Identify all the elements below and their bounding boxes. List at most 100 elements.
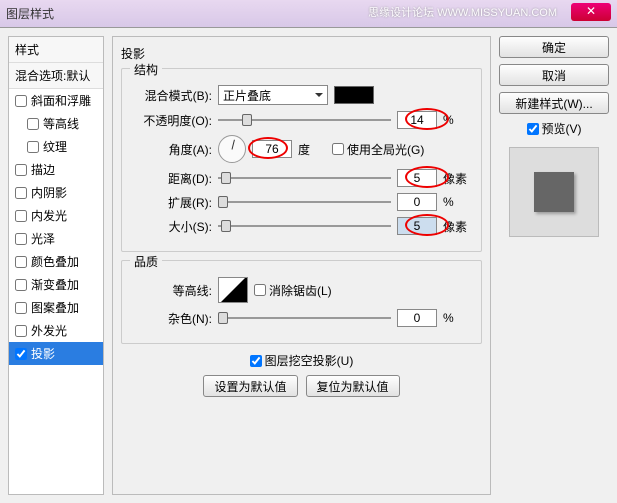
close-button[interactable]: ✕ — [571, 3, 611, 21]
shadow-color-swatch[interactable] — [334, 86, 374, 104]
new-style-button[interactable]: 新建样式(W)... — [499, 92, 609, 114]
cancel-button[interactable]: 取消 — [499, 64, 609, 86]
opacity-label: 不透明度(O): — [132, 112, 212, 129]
style-item-label: 纹理 — [43, 138, 67, 155]
preview-label: 预览(V) — [542, 120, 582, 137]
style-item-等高线[interactable]: 等高线 — [9, 112, 103, 135]
row-knockout: 图层挖空投影(U) — [121, 352, 482, 369]
style-item-checkbox[interactable] — [27, 141, 39, 153]
default-buttons: 设置为默认值 复位为默认值 — [121, 375, 482, 397]
knockout-label: 图层挖空投影(U) — [265, 352, 354, 369]
noise-unit: % — [443, 311, 471, 325]
styles-header: 样式 — [9, 37, 103, 63]
row-opacity: 不透明度(O): 14 % — [132, 111, 471, 129]
antialias-checkbox[interactable]: 消除锯齿(L) — [254, 282, 332, 299]
style-item-checkbox[interactable] — [15, 95, 27, 107]
style-item-描边[interactable]: 描边 — [9, 158, 103, 181]
angle-input[interactable]: 76 — [252, 140, 292, 158]
opacity-slider[interactable] — [218, 112, 391, 128]
settings-panel: 投影 结构 混合模式(B): 正片叠底 不透明度(O): 14 % 角度(A):… — [112, 36, 491, 495]
style-item-label: 渐变叠加 — [31, 276, 79, 293]
knockout-checkbox[interactable]: 图层挖空投影(U) — [250, 352, 354, 369]
noise-slider[interactable] — [218, 310, 391, 326]
style-item-checkbox[interactable] — [15, 210, 27, 222]
style-item-颜色叠加[interactable]: 颜色叠加 — [9, 250, 103, 273]
spread-slider[interactable] — [218, 194, 391, 210]
row-distance: 距离(D): 5 像素 — [132, 169, 471, 187]
style-item-checkbox[interactable] — [15, 233, 27, 245]
dialog-body: 样式 混合选项:默认 斜面和浮雕等高线纹理描边内阴影内发光光泽颜色叠加渐变叠加图… — [0, 28, 617, 503]
blendmode-label: 混合模式(B): — [132, 87, 212, 104]
style-item-label: 颜色叠加 — [31, 253, 79, 270]
window-title: 图层样式 — [6, 5, 54, 22]
opacity-input[interactable]: 14 — [397, 111, 437, 129]
style-item-label: 图案叠加 — [31, 299, 79, 316]
row-blendmode: 混合模式(B): 正片叠底 — [132, 85, 471, 105]
quality-group: 品质 等高线: 消除锯齿(L) 杂色(N): 0 % — [121, 260, 482, 344]
distance-slider[interactable] — [218, 170, 391, 186]
angle-unit: 度 — [298, 141, 326, 158]
reset-default-button[interactable]: 复位为默认值 — [306, 375, 400, 397]
spread-unit: % — [443, 195, 471, 209]
angle-dial[interactable] — [218, 135, 246, 163]
style-item-checkbox[interactable] — [15, 279, 27, 291]
angle-label: 角度(A): — [132, 141, 212, 158]
style-item-label: 外发光 — [31, 322, 67, 339]
style-item-内发光[interactable]: 内发光 — [9, 204, 103, 227]
style-item-投影[interactable]: 投影 — [9, 342, 103, 365]
row-spread: 扩展(R): 0 % — [132, 193, 471, 211]
size-input[interactable]: 5 — [397, 217, 437, 235]
style-item-斜面和浮雕[interactable]: 斜面和浮雕 — [9, 89, 103, 112]
noise-input[interactable]: 0 — [397, 309, 437, 327]
spread-input[interactable]: 0 — [397, 193, 437, 211]
style-item-图案叠加[interactable]: 图案叠加 — [9, 296, 103, 319]
style-item-label: 等高线 — [43, 115, 79, 132]
style-item-外发光[interactable]: 外发光 — [9, 319, 103, 342]
style-item-checkbox[interactable] — [15, 348, 27, 360]
blendmode-combo[interactable]: 正片叠底 — [218, 85, 328, 105]
style-item-checkbox[interactable] — [15, 187, 27, 199]
style-item-checkbox[interactable] — [15, 164, 27, 176]
structure-group-title: 结构 — [130, 61, 162, 78]
style-item-checkbox[interactable] — [27, 118, 39, 130]
right-panel: 确定 取消 新建样式(W)... 预览(V) — [499, 36, 609, 495]
watermark: 思缘设计论坛 WWW.MISSYUAN.COM — [368, 4, 557, 20]
make-default-button[interactable]: 设置为默认值 — [203, 375, 297, 397]
spread-label: 扩展(R): — [132, 194, 212, 211]
distance-input[interactable]: 5 — [397, 169, 437, 187]
structure-group: 结构 混合模式(B): 正片叠底 不透明度(O): 14 % 角度(A): 76… — [121, 68, 482, 252]
antialias-label: 消除锯齿(L) — [269, 282, 332, 299]
style-item-光泽[interactable]: 光泽 — [9, 227, 103, 250]
style-item-checkbox[interactable] — [15, 256, 27, 268]
blendmode-value: 正片叠底 — [223, 87, 271, 104]
ok-button[interactable]: 确定 — [499, 36, 609, 58]
global-light-label: 使用全局光(G) — [347, 141, 424, 158]
row-noise: 杂色(N): 0 % — [132, 309, 471, 327]
style-item-label: 投影 — [31, 345, 55, 362]
style-item-纹理[interactable]: 纹理 — [9, 135, 103, 158]
quality-group-title: 品质 — [130, 253, 162, 270]
preview-swatch — [534, 172, 574, 212]
opacity-unit: % — [443, 113, 471, 127]
style-item-label: 描边 — [31, 161, 55, 178]
size-unit: 像素 — [443, 218, 471, 235]
style-item-渐变叠加[interactable]: 渐变叠加 — [9, 273, 103, 296]
style-item-内阴影[interactable]: 内阴影 — [9, 181, 103, 204]
preview-box — [509, 147, 599, 237]
style-item-label: 内阴影 — [31, 184, 67, 201]
global-light-checkbox[interactable]: 使用全局光(G) — [332, 141, 424, 158]
style-list: 斜面和浮雕等高线纹理描边内阴影内发光光泽颜色叠加渐变叠加图案叠加外发光投影 — [9, 89, 103, 365]
distance-label: 距离(D): — [132, 170, 212, 187]
row-size: 大小(S): 5 像素 — [132, 217, 471, 235]
blend-defaults[interactable]: 混合选项:默认 — [9, 63, 103, 89]
row-contour: 等高线: 消除锯齿(L) — [132, 277, 471, 303]
row-angle: 角度(A): 76 度 使用全局光(G) — [132, 135, 471, 163]
contour-picker[interactable] — [218, 277, 248, 303]
size-slider[interactable] — [218, 218, 391, 234]
style-item-checkbox[interactable] — [15, 302, 27, 314]
style-item-label: 斜面和浮雕 — [31, 92, 91, 109]
preview-checkbox[interactable]: 预览(V) — [527, 120, 582, 137]
style-item-checkbox[interactable] — [15, 325, 27, 337]
noise-label: 杂色(N): — [132, 310, 212, 327]
distance-unit: 像素 — [443, 170, 471, 187]
